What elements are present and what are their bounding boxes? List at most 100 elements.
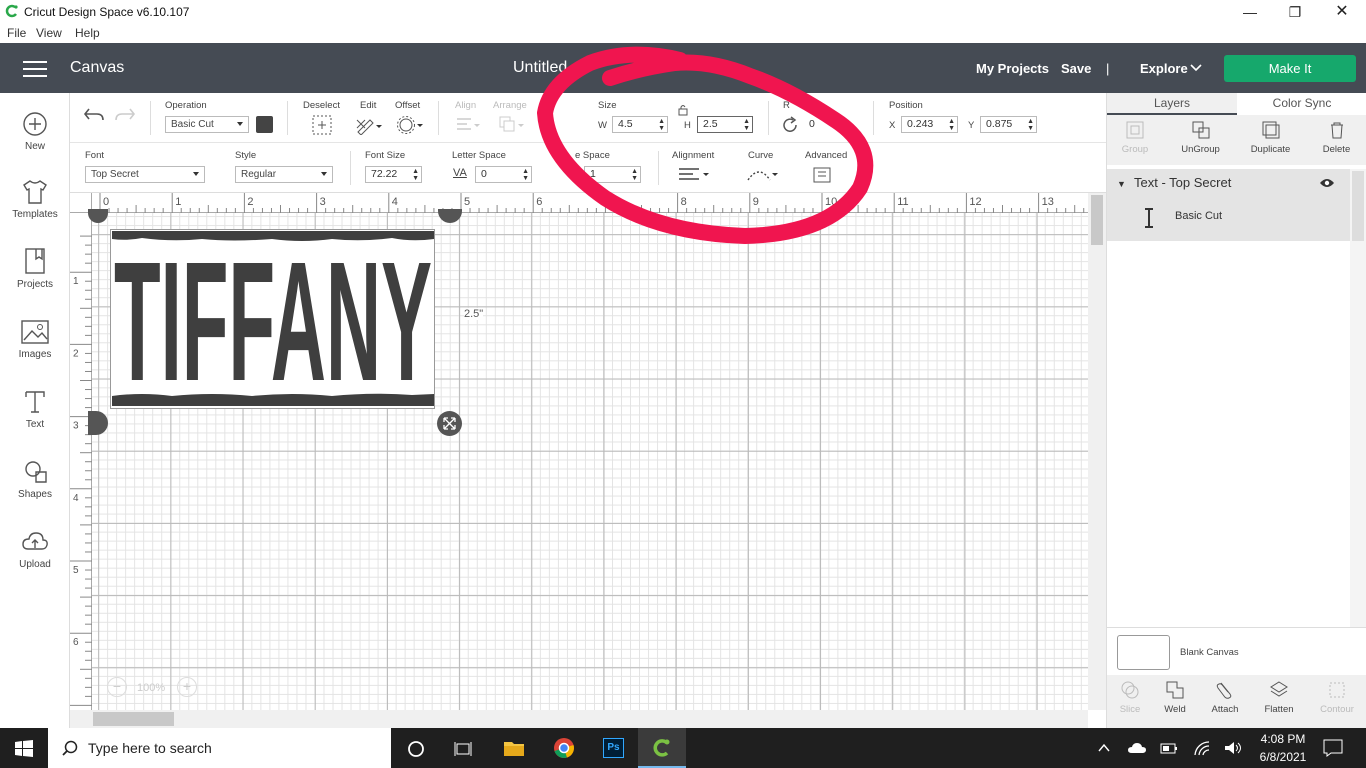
sidebar-label-text: Text — [25, 419, 45, 430]
letter-space-input[interactable]: 0 ▲ ▼ — [475, 166, 532, 183]
y-input[interactable]: 0.875 ▲ ▼ — [980, 116, 1037, 133]
file-explorer-icon[interactable] — [503, 738, 525, 758]
caret-down-icon[interactable]: ▼ — [1117, 179, 1126, 189]
zoom-in-button[interactable]: + — [177, 677, 197, 697]
menu-file[interactable]: File — [7, 26, 26, 40]
maximize-button[interactable]: ❐ — [1275, 2, 1315, 22]
font-value: Top Secret — [91, 169, 139, 180]
layer-group-row[interactable]: ▼ Text - Top Secret Basic Cut — [1107, 169, 1350, 241]
tiffany-design[interactable]: TIFFANY — [112, 230, 434, 408]
ruler-left-label: 2 — [73, 348, 79, 359]
sidebar-item-images[interactable]: Images — [0, 319, 70, 360]
ungroup-icon — [1192, 121, 1209, 139]
tshirt-icon — [23, 180, 47, 204]
ruler-left: 1234567 — [70, 213, 92, 710]
undo-icon[interactable] — [83, 106, 105, 124]
tab-color-sync[interactable]: Color Sync — [1237, 93, 1366, 115]
zoom-out-button[interactable]: − — [107, 677, 127, 697]
chevron-up-icon[interactable] — [1098, 743, 1110, 753]
taskbar-search-box[interactable]: Type here to search — [48, 728, 391, 768]
font-select[interactable]: Top Secret — [85, 166, 205, 183]
sidebar-item-new[interactable]: New — [0, 111, 70, 152]
color-swatch[interactable] — [256, 116, 273, 133]
menu-view[interactable]: View — [36, 26, 62, 40]
clock-time[interactable]: 4:08 PM — [1258, 732, 1308, 746]
arrange-icon[interactable] — [498, 115, 526, 135]
contour-button[interactable]: Contour — [1315, 680, 1359, 715]
sidebar-item-projects[interactable]: Projects — [0, 247, 70, 290]
ungroup-button[interactable]: UnGroup — [1173, 120, 1228, 155]
windows-start-icon[interactable] — [15, 740, 33, 758]
redo-icon[interactable] — [114, 106, 136, 124]
battery-icon[interactable] — [1160, 743, 1178, 754]
sidebar-item-templates[interactable]: Templates — [0, 179, 70, 220]
x-input[interactable]: 0.243 ▲ ▼ — [901, 116, 958, 133]
layer-bottom-actions: Slice Weld Attach Flatten Contour — [1107, 675, 1366, 728]
hamburger-menu-icon[interactable] — [23, 61, 47, 77]
onedrive-icon[interactable] — [1127, 741, 1147, 755]
ruler-left-label: 5 — [73, 565, 79, 576]
operation-select[interactable]: Basic Cut — [165, 116, 249, 133]
cricut-taskbar-button[interactable] — [638, 728, 686, 768]
clock-date[interactable]: 6/8/2021 — [1256, 750, 1310, 764]
make-it-button[interactable]: Make It — [1224, 55, 1356, 82]
offset-icon[interactable] — [397, 115, 425, 135]
notifications-icon[interactable] — [1323, 739, 1343, 757]
blank-canvas-row[interactable]: Blank Canvas — [1107, 627, 1366, 675]
chrome-icon[interactable] — [553, 737, 575, 759]
canvas-grid[interactable]: TIFFANY 2.5" − 100% + — [88, 209, 1088, 710]
attach-button[interactable]: Attach — [1205, 680, 1245, 715]
sidebar-item-shapes[interactable]: Shapes — [0, 459, 70, 500]
tab-layers[interactable]: Layers — [1107, 93, 1237, 115]
weld-button[interactable]: Weld — [1155, 680, 1195, 715]
rotate-handle[interactable] — [438, 209, 462, 223]
deselect-icon[interactable] — [312, 115, 332, 135]
cortana-icon[interactable] — [407, 740, 425, 758]
layer-child-name: Basic Cut — [1175, 210, 1223, 222]
vertical-scrollbar[interactable] — [1088, 193, 1106, 710]
sidebar-item-upload[interactable]: Upload — [0, 529, 70, 570]
font-size-input[interactable]: 72.22 ▲ ▼ — [365, 166, 422, 183]
chevron-down-icon[interactable] — [1190, 64, 1202, 72]
delete-button[interactable]: Delete — [1309, 120, 1364, 155]
resize-handle-icon[interactable] — [437, 411, 462, 436]
ruler-left-label: 4 — [73, 493, 79, 504]
lock-handle[interactable] — [88, 411, 108, 435]
menu-help[interactable]: Help — [75, 26, 100, 40]
explore-link[interactable]: Explore — [1140, 61, 1188, 76]
save-link[interactable]: Save — [1061, 61, 1091, 76]
photoshop-icon[interactable]: Ps — [603, 738, 624, 758]
task-view-icon[interactable] — [454, 740, 474, 758]
ruler-top-label: 11 — [897, 196, 908, 208]
sidebar-item-text[interactable]: Text — [0, 389, 70, 430]
volume-icon[interactable] — [1224, 741, 1242, 755]
eye-icon[interactable] — [1319, 177, 1335, 189]
minimize-button[interactable]: — — [1230, 2, 1270, 22]
sidebar-label-upload: Upload — [19, 559, 51, 570]
vertical-scroll-thumb[interactable] — [1091, 195, 1103, 245]
sidebar-label-images: Images — [18, 349, 52, 360]
edit-icon[interactable] — [355, 115, 383, 135]
layers-panel: Layers Color Sync Group UnGroup Duplicat… — [1106, 93, 1366, 728]
close-window-button[interactable]: ✕ — [1322, 2, 1362, 22]
group-button[interactable]: Group — [1110, 120, 1160, 155]
text-icon — [25, 391, 45, 413]
text-layer-icon — [1145, 208, 1153, 228]
align-icon[interactable] — [455, 116, 481, 134]
layer-group-name: Text - Top Secret — [1134, 175, 1232, 190]
duplicate-label: Duplicate — [1250, 144, 1291, 155]
sidebar-label-templates: Templates — [12, 209, 58, 220]
slice-icon — [1121, 681, 1139, 699]
horizontal-scrollbar[interactable] — [70, 710, 1088, 728]
style-select[interactable]: Regular — [235, 166, 333, 183]
duplicate-button[interactable]: Duplicate — [1243, 120, 1298, 155]
flatten-button[interactable]: Flatten — [1259, 680, 1299, 715]
window-title: Cricut Design Space v6.10.107 — [24, 5, 190, 19]
horizontal-scroll-thumb[interactable] — [93, 712, 174, 726]
height-readout: 2.5" — [464, 308, 484, 320]
slice-button[interactable]: Slice — [1110, 680, 1150, 715]
blank-canvas-thumbnail[interactable] — [1117, 635, 1170, 670]
my-projects-link[interactable]: My Projects — [976, 61, 1049, 76]
wifi-icon[interactable] — [1194, 741, 1210, 756]
delete-handle[interactable] — [88, 209, 108, 223]
